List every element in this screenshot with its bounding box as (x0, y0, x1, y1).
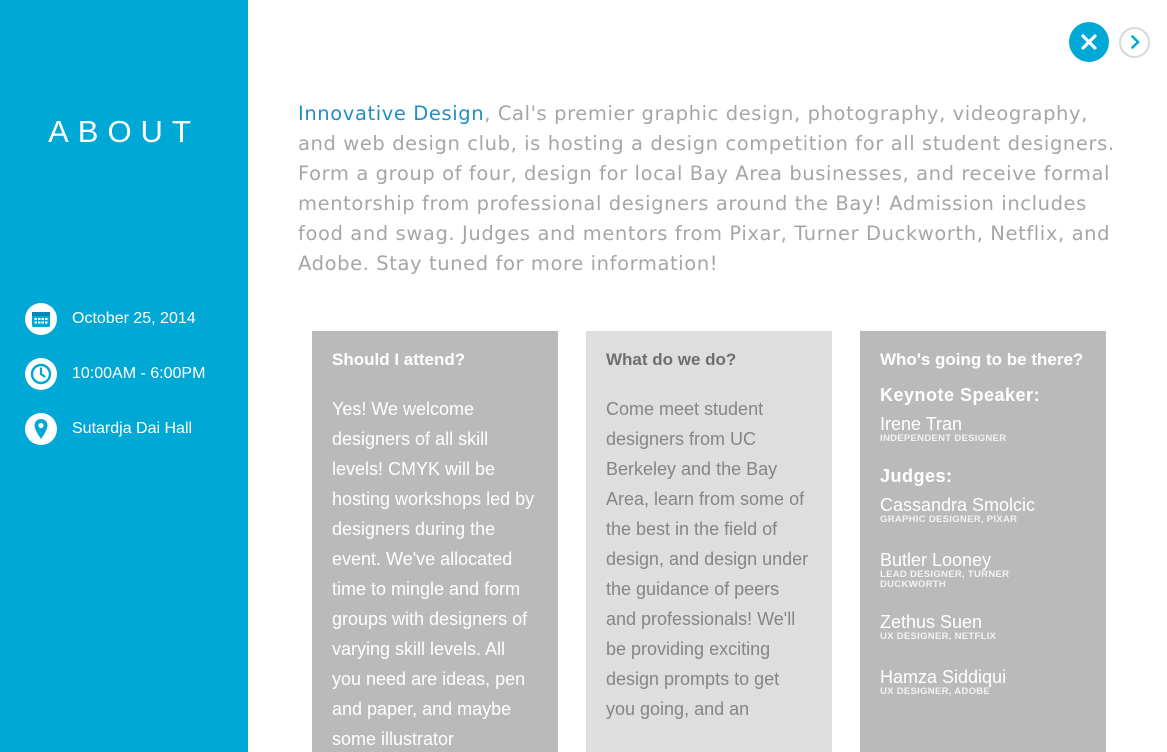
person-role: UX DESIGNER, NETFLIX (880, 631, 997, 642)
card-title: What do we do? (606, 350, 737, 369)
intro-paragraph: Innovative Design, Cal's premier graphic… (298, 99, 1128, 279)
calendar-icon (25, 303, 57, 335)
judge: Hamza Siddiqui UX DESIGNER, ADOBE (880, 667, 1086, 697)
card-body: Yes! We welcome designers of all skill l… (332, 399, 535, 749)
intro-text: , Cal's premier graphic design, photogra… (298, 102, 1115, 275)
event-location: Sutardja Dai Hall (25, 413, 192, 445)
card-title: Should I attend? (332, 350, 466, 369)
person-name: Irene Tran (880, 414, 963, 434)
close-icon (1081, 34, 1097, 50)
chevron-right-icon (1130, 35, 1139, 49)
next-button[interactable] (1119, 26, 1150, 58)
person-role: INDEPENDENT DESIGNER (880, 433, 1007, 444)
page-title: ABOUT (48, 114, 200, 149)
card-title: Who's going to be there? (880, 350, 1084, 369)
judge: Zethus Suen UX DESIGNER, NETFLIX (880, 612, 1086, 642)
close-button[interactable] (1069, 22, 1109, 62)
judge: Butler Looney LEAD DESIGNER, TURNER DUCK… (880, 550, 1086, 590)
event-location-text: Sutardja Dai Hall (72, 420, 193, 437)
event-time-text: 10:00AM - 6:00PM (72, 365, 206, 382)
card-body: Come meet student designers from UC Berk… (606, 399, 809, 719)
person-name: Zethus Suen (880, 612, 983, 632)
card-what-we-do: What do we do? Come meet student designe… (586, 331, 832, 752)
person-name: Butler Looney (880, 550, 992, 570)
person-name: Hamza Siddiqui (880, 667, 1007, 687)
keynote-speaker: Irene Tran INDEPENDENT DESIGNER (880, 414, 1086, 444)
event-date-text: October 25, 2014 (72, 310, 196, 327)
card-whos-there: Who's going to be there? Keynote Speaker… (860, 331, 1106, 752)
innovative-design-link[interactable]: Innovative Design (298, 102, 484, 125)
map-pin-icon (25, 413, 57, 445)
person-role: UX DESIGNER, ADOBE (880, 686, 991, 697)
modal-controls (1069, 22, 1150, 62)
card-should-attend: Should I attend? Yes! We welcome designe… (312, 331, 558, 752)
person-role: GRAPHIC DESIGNER, PIXAR (880, 514, 1018, 525)
keynote-heading: Keynote Speaker: (880, 385, 1041, 405)
judge: Cassandra Smolcic GRAPHIC DESIGNER, PIXA… (880, 495, 1086, 525)
judges-heading: Judges: (880, 466, 953, 486)
person-name: Cassandra Smolcic (880, 495, 1036, 515)
clock-icon (25, 358, 57, 390)
sidebar: ABOUT October 25, 2014 10:00AM - 6:00PM (0, 0, 248, 752)
event-time: 10:00AM - 6:00PM (25, 358, 205, 390)
person-role: LEAD DESIGNER, TURNER DUCKWORTH (880, 569, 1010, 590)
event-date: October 25, 2014 (25, 303, 196, 335)
